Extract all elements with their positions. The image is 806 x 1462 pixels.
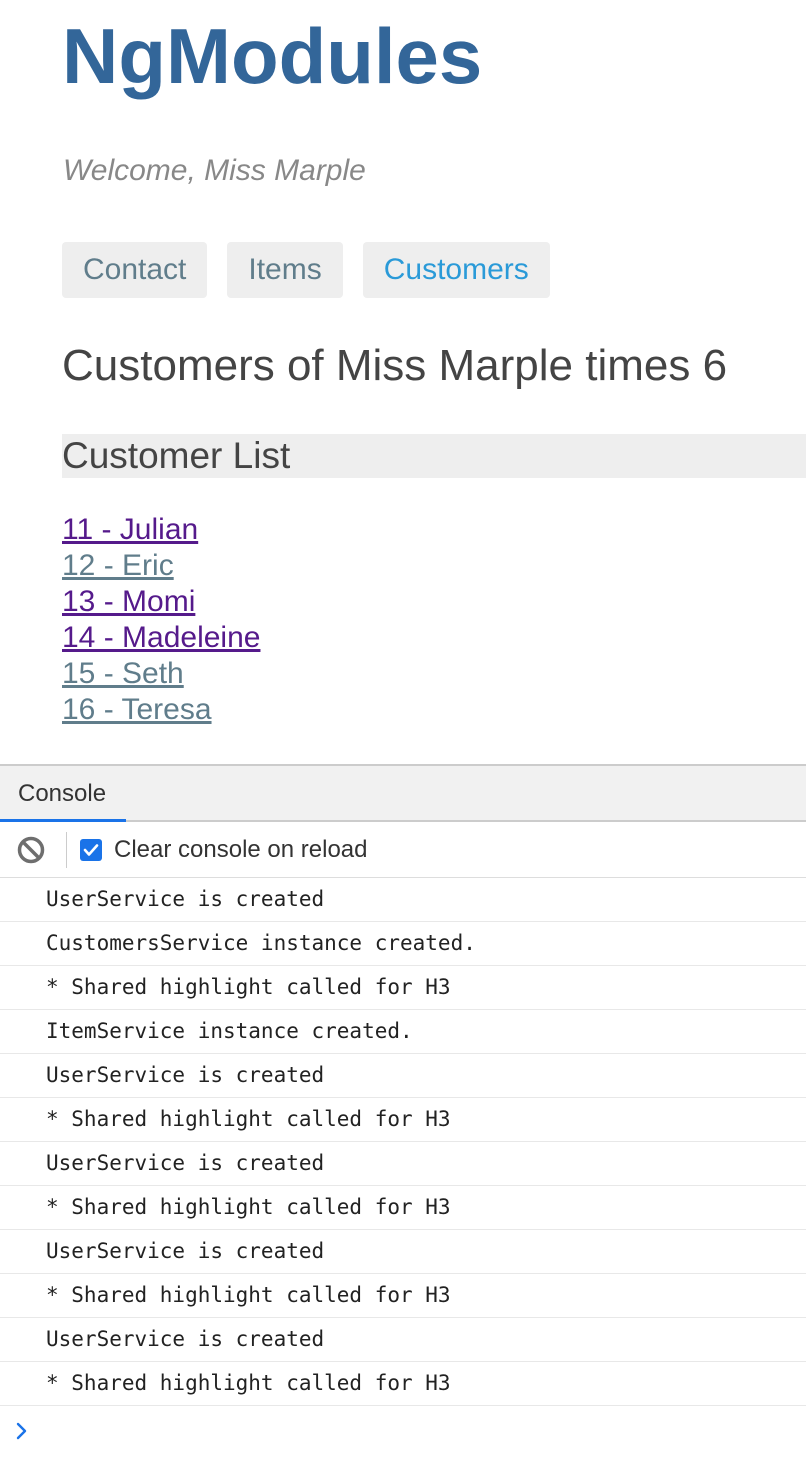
main-nav: Contact Items Customers	[62, 242, 550, 298]
toolbar-divider	[66, 832, 67, 868]
page-heading: Customers of Miss Marple times 6	[62, 341, 728, 390]
customer-link[interactable]: 14 - Madeleine	[62, 621, 260, 654]
devtools-tabbar: Console	[0, 766, 806, 822]
console-message: CustomersService instance created.	[0, 922, 806, 966]
console-toolbar: Clear console on reload	[0, 822, 806, 878]
list-item: 15 - Seth	[62, 656, 260, 692]
customer-list: 11 - Julian 12 - Eric 13 - Momi 14 - Mad…	[62, 512, 260, 728]
console-prompt	[0, 1406, 806, 1456]
list-item: 13 - Momi	[62, 584, 260, 620]
list-item: 14 - Madeleine	[62, 620, 260, 656]
console-message: UserService is created	[0, 1318, 806, 1362]
clear-on-reload-label[interactable]: Clear console on reload	[114, 822, 368, 878]
block-icon[interactable]	[16, 835, 46, 865]
console-message: * Shared highlight called for H3	[0, 1098, 806, 1142]
console-message: * Shared highlight called for H3	[0, 1274, 806, 1318]
console-message: * Shared highlight called for H3	[0, 1362, 806, 1406]
customer-link[interactable]: 11 - Julian	[62, 513, 198, 546]
list-item: 12 - Eric	[62, 548, 260, 584]
nav-contact-button[interactable]: Contact	[62, 242, 208, 298]
clear-on-reload-checkbox[interactable]	[80, 839, 102, 861]
customer-link[interactable]: 12 - Eric	[62, 549, 174, 582]
customer-link[interactable]: 15 - Seth	[62, 657, 184, 690]
welcome-message: Welcome, Miss Marple	[63, 154, 366, 187]
checkmark-icon	[83, 844, 99, 856]
nav-customers-button[interactable]: Customers	[362, 242, 550, 298]
list-item: 16 - Teresa	[62, 692, 260, 728]
console-message: * Shared highlight called for H3	[0, 966, 806, 1010]
app-title: NgModules	[62, 12, 483, 100]
app-root: NgModules Welcome, Miss Marple Contact I…	[0, 0, 806, 765]
nav-items-button[interactable]: Items	[227, 242, 343, 298]
console-messages: UserService is created CustomersService …	[0, 878, 806, 1406]
list-item: 11 - Julian	[62, 512, 260, 548]
console-message: UserService is created	[0, 1142, 806, 1186]
devtools-console-panel: Console Clear console on reload UserServ…	[0, 764, 806, 1462]
console-message: * Shared highlight called for H3	[0, 1186, 806, 1230]
customer-list-heading: Customer List	[62, 434, 806, 478]
console-message: ItemService instance created.	[0, 1010, 806, 1054]
console-message: UserService is created	[0, 1230, 806, 1274]
console-input[interactable]	[46, 1414, 796, 1450]
console-message: UserService is created	[0, 1054, 806, 1098]
console-message: UserService is created	[0, 878, 806, 922]
customer-link[interactable]: 13 - Momi	[62, 585, 195, 618]
tab-console[interactable]: Console	[0, 766, 127, 822]
chevron-right-icon	[14, 1420, 30, 1442]
customer-link[interactable]: 16 - Teresa	[62, 693, 212, 726]
